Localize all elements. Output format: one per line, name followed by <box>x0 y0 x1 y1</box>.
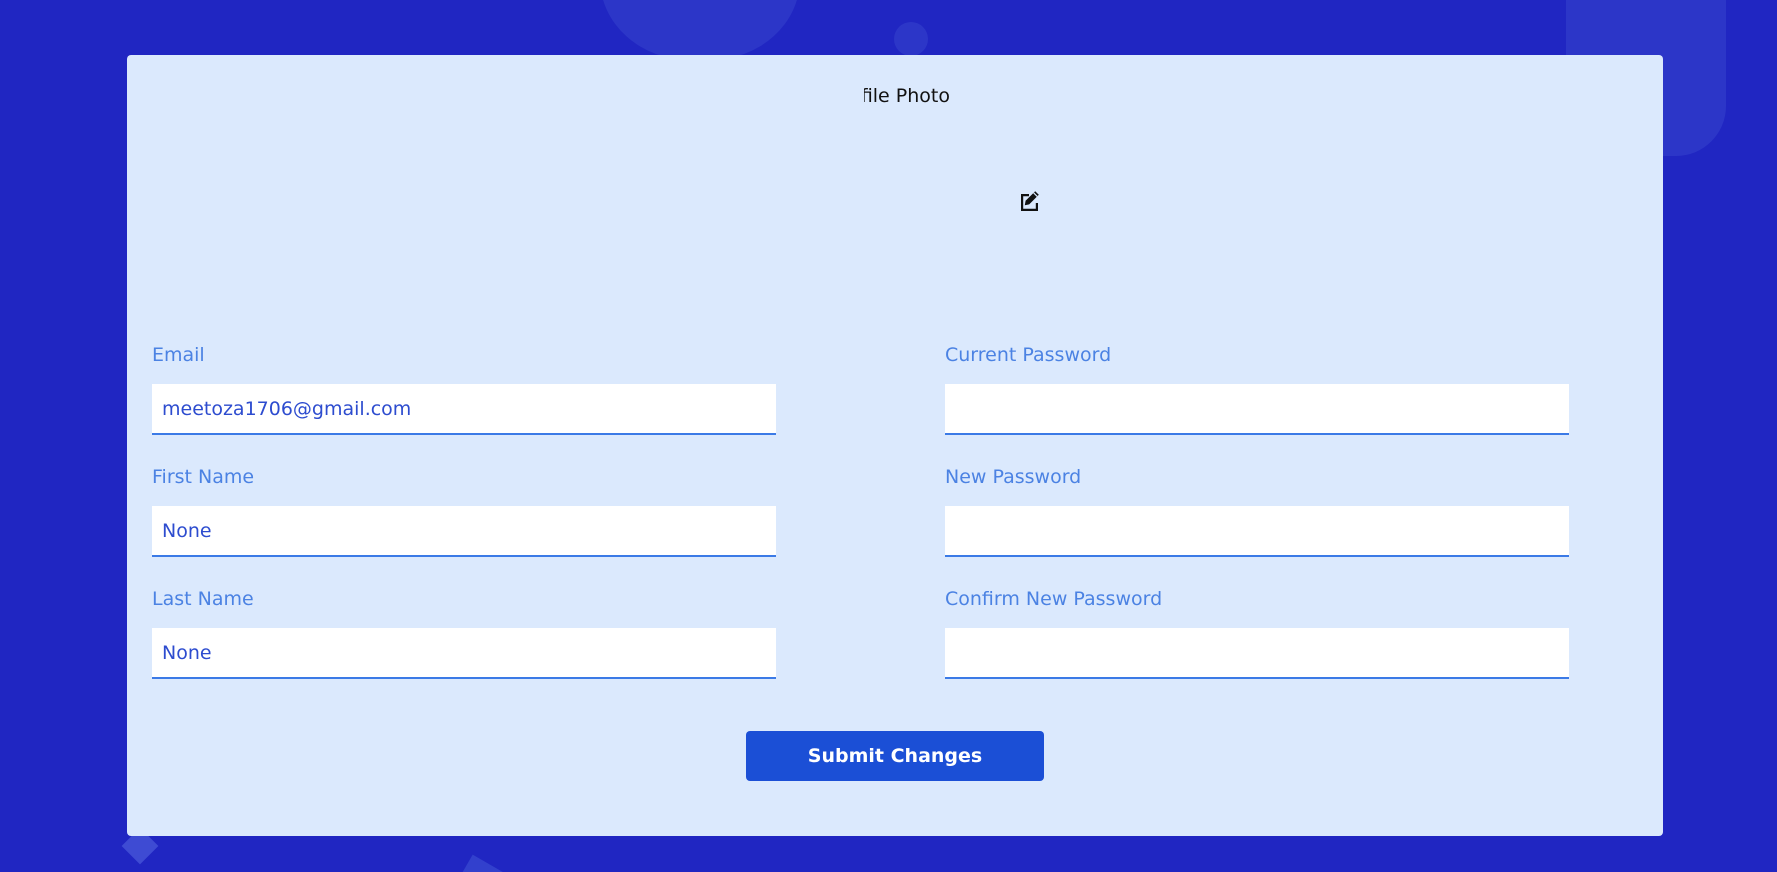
last-name-input[interactable] <box>152 628 776 677</box>
submit-changes-button[interactable]: Submit Changes <box>746 731 1044 781</box>
current-password-label: Current Password <box>945 344 1112 366</box>
profile-photo-label-text: Profile Photo <box>864 85 950 107</box>
profile-settings-card: Profile Photo Email First Name Last Name… <box>127 55 1663 836</box>
email-label: Email <box>152 344 205 366</box>
first-name-input[interactable] <box>152 506 776 555</box>
current-password-input[interactable] <box>945 384 1569 433</box>
confirm-new-password-label: Confirm New Password <box>945 588 1163 610</box>
last-name-input-box <box>152 628 776 679</box>
first-name-field-group: First Name <box>152 466 776 557</box>
new-password-field-group: New Password <box>945 466 1569 557</box>
email-field-group: Email <box>152 344 776 435</box>
email-input-box <box>152 384 776 435</box>
first-name-label: First Name <box>152 466 255 488</box>
edit-icon[interactable] <box>1017 189 1041 213</box>
confirm-new-password-input[interactable] <box>945 628 1569 677</box>
new-password-input[interactable] <box>945 506 1569 555</box>
new-password-input-box <box>945 506 1569 557</box>
email-input[interactable] <box>152 384 776 433</box>
current-password-field-group: Current Password <box>945 344 1569 435</box>
background-decoration-shard <box>452 854 508 872</box>
new-password-label: New Password <box>945 466 1082 488</box>
background-decoration-dot <box>894 22 928 56</box>
first-name-input-box <box>152 506 776 557</box>
confirm-new-password-field-group: Confirm New Password <box>945 588 1569 679</box>
profile-photo-label: Profile Photo <box>801 85 1013 107</box>
edit-icon-glyph <box>1021 191 1039 211</box>
last-name-label: Last Name <box>152 588 254 610</box>
background-decoration-blob <box>600 0 800 60</box>
confirm-new-password-input-box <box>945 628 1569 679</box>
last-name-field-group: Last Name <box>152 588 776 679</box>
current-password-input-box <box>945 384 1569 435</box>
